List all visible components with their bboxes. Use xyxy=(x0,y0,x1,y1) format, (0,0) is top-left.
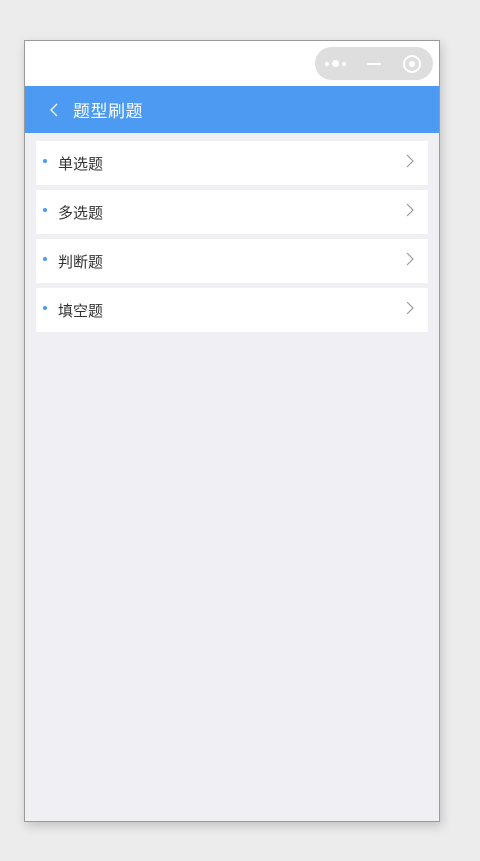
phone-frame: 题型刷题 单选题 多选题 判断题 填空题 xyxy=(24,40,440,822)
bullet-dot-icon xyxy=(43,257,47,261)
status-bar xyxy=(25,41,439,86)
list-item-label: 填空题 xyxy=(58,301,104,320)
list-item-true-false[interactable]: 判断题 xyxy=(36,239,428,283)
list-item-label: 判断题 xyxy=(58,252,104,271)
chevron-right-icon xyxy=(406,154,414,168)
list-item-label: 单选题 xyxy=(58,154,104,173)
close-circle-icon[interactable] xyxy=(393,47,431,80)
chevron-left-icon[interactable] xyxy=(47,100,61,120)
minimize-icon[interactable] xyxy=(355,47,393,80)
bullet-dot-icon xyxy=(43,208,47,212)
chevron-right-icon xyxy=(406,301,414,315)
question-type-list: 单选题 多选题 判断题 填空题 xyxy=(36,141,428,337)
nav-bar: 题型刷题 xyxy=(25,86,439,133)
list-item-fill-blank[interactable]: 填空题 xyxy=(36,288,428,332)
capsule-menu xyxy=(315,47,433,80)
list-item-single-choice[interactable]: 单选题 xyxy=(36,141,428,185)
chevron-right-icon xyxy=(406,252,414,266)
bullet-dot-icon xyxy=(43,306,47,310)
list-item-label: 多选题 xyxy=(58,203,104,222)
bullet-dot-icon xyxy=(43,159,47,163)
list-item-multiple-choice[interactable]: 多选题 xyxy=(36,190,428,234)
page-title: 题型刷题 xyxy=(73,102,143,122)
more-dots-icon[interactable] xyxy=(315,47,355,80)
chevron-right-icon xyxy=(406,203,414,217)
